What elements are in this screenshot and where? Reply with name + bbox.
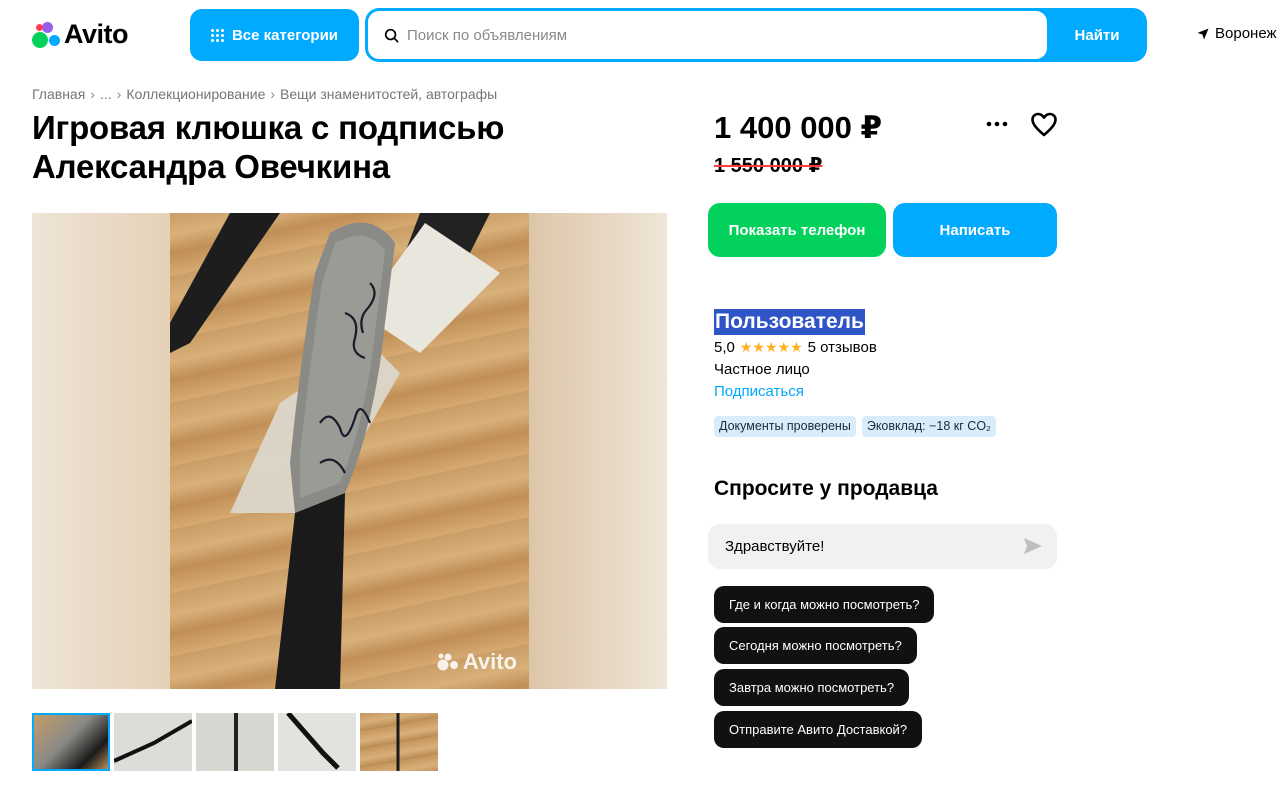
breadcrumb-home[interactable]: Главная	[32, 86, 85, 102]
thumbnail-strip	[32, 713, 438, 771]
thumbnail-1[interactable]	[32, 713, 110, 771]
search-field[interactable]	[368, 11, 1047, 59]
breadcrumb-separator: ›	[116, 86, 122, 102]
thumbnail-5[interactable]	[360, 713, 438, 771]
favorite-button[interactable]	[1030, 112, 1058, 138]
breadcrumb-celebrity-items[interactable]: Вещи знаменитостей, автографы	[280, 86, 497, 102]
thumbnail-2[interactable]	[114, 713, 192, 771]
photo-blur-left	[32, 213, 170, 689]
quick-question-button[interactable]: Сегодня можно посмотреть?	[714, 627, 917, 664]
write-message-button[interactable]: Написать	[893, 203, 1057, 257]
search-button[interactable]: Найти	[1047, 8, 1147, 62]
seller-name[interactable]: Пользователь	[714, 309, 865, 335]
location-selector[interactable]: Воронеж	[1197, 25, 1277, 42]
logo-text: Avito	[64, 18, 129, 49]
all-categories-button[interactable]: Все категории	[190, 9, 359, 61]
ask-seller-field[interactable]	[708, 524, 1057, 569]
subscribe-link[interactable]: Подписаться	[714, 383, 804, 400]
search-bar: Найти	[365, 8, 1147, 62]
breadcrumb: Главная › ... › Коллекционирование › Вещ…	[32, 86, 497, 102]
listing-title: Игровая клюшка с подписью Александра Ове…	[32, 109, 505, 185]
send-icon[interactable]	[1023, 537, 1043, 555]
photo-watermark: Avito	[437, 649, 517, 675]
location-label: Воронеж	[1215, 25, 1277, 42]
all-categories-label: Все категории	[231, 26, 339, 44]
price: 1 400 000 ₽	[714, 110, 883, 145]
more-options-button[interactable]	[984, 112, 1010, 136]
seller-type: Частное лицо	[714, 361, 810, 378]
breadcrumb-ellipsis[interactable]: ...	[100, 86, 112, 102]
heart-icon	[1031, 112, 1057, 137]
grid-icon	[210, 28, 224, 42]
more-horizontal-icon	[986, 121, 1008, 127]
quick-question-button[interactable]: Где и когда можно посмотреть?	[714, 586, 935, 623]
logo-dots-icon	[32, 20, 60, 48]
search-input[interactable]	[407, 26, 1007, 44]
ask-seller-title: Спросите у продавца	[714, 477, 938, 500]
breadcrumb-separator: ›	[90, 86, 95, 102]
eco-contribution-badge[interactable]: Эковклад: −18 кг CO₂	[861, 416, 996, 437]
reviews-link[interactable]: 5 отзывов	[808, 339, 877, 356]
seller-badges: Документы проверены Эковклад: −18 кг CO₂	[714, 416, 996, 437]
seller-rating: 5,0 ★★★★★ 5 отзывов	[714, 339, 877, 356]
quick-question-button[interactable]: Отправите Авито Доставкой?	[714, 711, 923, 748]
hockey-stick-illustration	[170, 213, 500, 689]
thumbnail-3[interactable]	[196, 713, 274, 771]
avito-logo[interactable]: Avito	[32, 18, 129, 50]
search-icon	[384, 28, 399, 42]
old-price: 1 550 000 ₽	[714, 155, 823, 177]
breadcrumb-collecting[interactable]: Коллекционирование	[126, 86, 265, 102]
main-photo[interactable]: Avito	[32, 213, 667, 689]
avito-dots-icon	[437, 653, 458, 671]
show-phone-button[interactable]: Показать телефон	[708, 203, 886, 257]
message-input[interactable]	[725, 538, 1005, 555]
breadcrumb-separator: ›	[270, 86, 276, 102]
hockey-stick-photo	[170, 213, 529, 689]
rating-stars-icon: ★★★★★	[739, 339, 803, 355]
documents-verified-badge[interactable]: Документы проверены	[714, 416, 856, 437]
quick-question-button[interactable]: Завтра можно посмотреть?	[714, 669, 910, 706]
rating-value: 5,0	[714, 339, 735, 356]
watermark-text: Avito	[462, 649, 517, 674]
location-arrow-icon	[1197, 28, 1209, 39]
thumbnail-4[interactable]	[278, 713, 356, 771]
photo-blur-right	[529, 213, 667, 689]
